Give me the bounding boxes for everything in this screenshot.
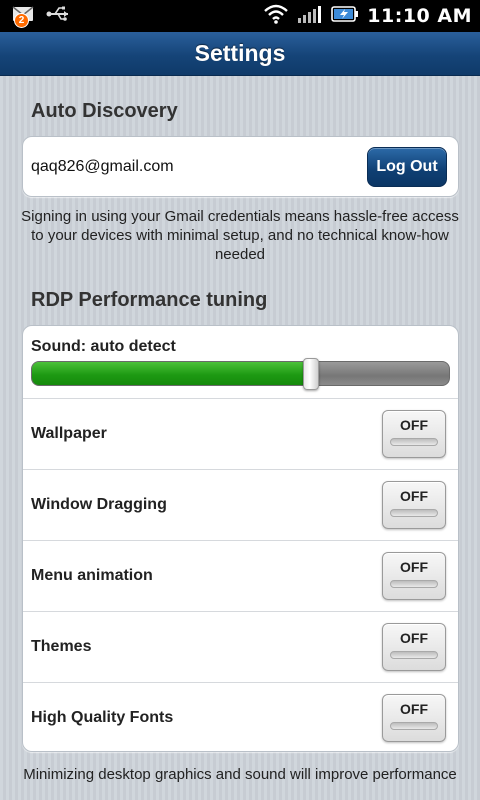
logout-button[interactable]: Log Out (367, 146, 447, 187)
sound-slider-fill (32, 362, 312, 385)
toggle-row-window-dragging: Window Dragging OFF (23, 469, 458, 540)
signal-icon (297, 4, 323, 29)
toggle-groove (390, 651, 438, 659)
window-dragging-toggle[interactable]: OFF (382, 481, 446, 529)
toggle-state: OFF (400, 630, 428, 646)
toggle-label: Window Dragging (31, 496, 167, 513)
sound-slider[interactable] (31, 358, 450, 390)
wallpaper-toggle[interactable]: OFF (382, 410, 446, 458)
toggle-label: Wallpaper (31, 425, 107, 442)
title-bar: Settings (0, 32, 480, 76)
email-notification-icon[interactable]: 2 (10, 5, 36, 28)
toggle-label: Themes (31, 638, 92, 655)
settings-content[interactable]: Auto Discovery qaq826@gmail.com Log Out … (0, 76, 480, 800)
high-quality-fonts-toggle[interactable]: OFF (382, 694, 446, 742)
account-card: qaq826@gmail.com Log Out (22, 136, 459, 197)
status-bar: 2 11:10 AM (0, 0, 480, 32)
toggle-row-themes: Themes OFF (23, 611, 458, 682)
toggle-state: OFF (400, 417, 428, 433)
themes-toggle[interactable]: OFF (382, 623, 446, 671)
sound-label: Sound: auto detect (31, 338, 176, 355)
performance-card: Sound: auto detect Wallpaper OFF Window … (22, 325, 459, 752)
toggle-state: OFF (400, 488, 428, 504)
notification-count-badge: 2 (14, 13, 29, 28)
toggle-groove (390, 580, 438, 588)
page-title: Settings (194, 40, 286, 66)
toggle-row-menu-animation: Menu animation OFF (23, 540, 458, 611)
performance-footer-note: Minimizing desktop graphics and sound wi… (23, 766, 457, 783)
usb-icon (46, 5, 72, 28)
toggle-state: OFF (400, 559, 428, 575)
toggle-row-wallpaper: Wallpaper OFF (23, 398, 458, 469)
rdp-performance-heading: RDP Performance tuning (31, 289, 268, 311)
account-email: qaq826@gmail.com (31, 157, 174, 175)
toggle-row-high-quality-fonts: High Quality Fonts OFF (23, 682, 458, 753)
toggle-groove (390, 438, 438, 446)
auto-discovery-heading: Auto Discovery (31, 100, 178, 122)
toggle-label: Menu animation (31, 567, 153, 584)
sound-row: Sound: auto detect (23, 326, 458, 398)
clock: 11:10 AM (367, 5, 472, 27)
battery-icon (331, 4, 359, 29)
toggle-label: High Quality Fonts (31, 709, 174, 726)
toggle-groove (390, 509, 438, 517)
toggle-groove (390, 722, 438, 730)
auto-discovery-description: Signing in using your Gmail credentials … (21, 208, 459, 263)
menu-animation-toggle[interactable]: OFF (382, 552, 446, 600)
sound-slider-thumb[interactable] (303, 358, 320, 390)
wifi-icon (263, 3, 289, 30)
toggle-state: OFF (400, 701, 428, 717)
